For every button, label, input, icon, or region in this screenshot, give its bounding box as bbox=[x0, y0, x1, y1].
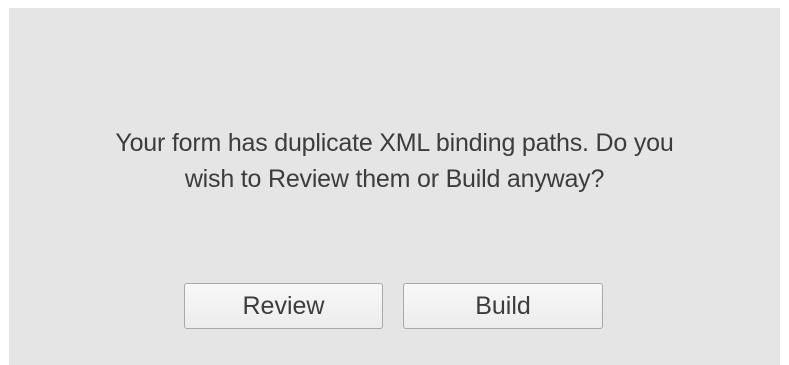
duplicate-binding-dialog: Your form has duplicate XML binding path… bbox=[9, 8, 780, 365]
dialog-message: Your form has duplicate XML binding path… bbox=[9, 125, 780, 197]
dialog-message-line-1: Your form has duplicate XML binding path… bbox=[115, 129, 674, 157]
review-button[interactable]: Review bbox=[184, 283, 383, 329]
dialog-message-line-2: wish to Review them or Build anyway? bbox=[184, 165, 605, 193]
build-button[interactable]: Build bbox=[403, 283, 603, 329]
